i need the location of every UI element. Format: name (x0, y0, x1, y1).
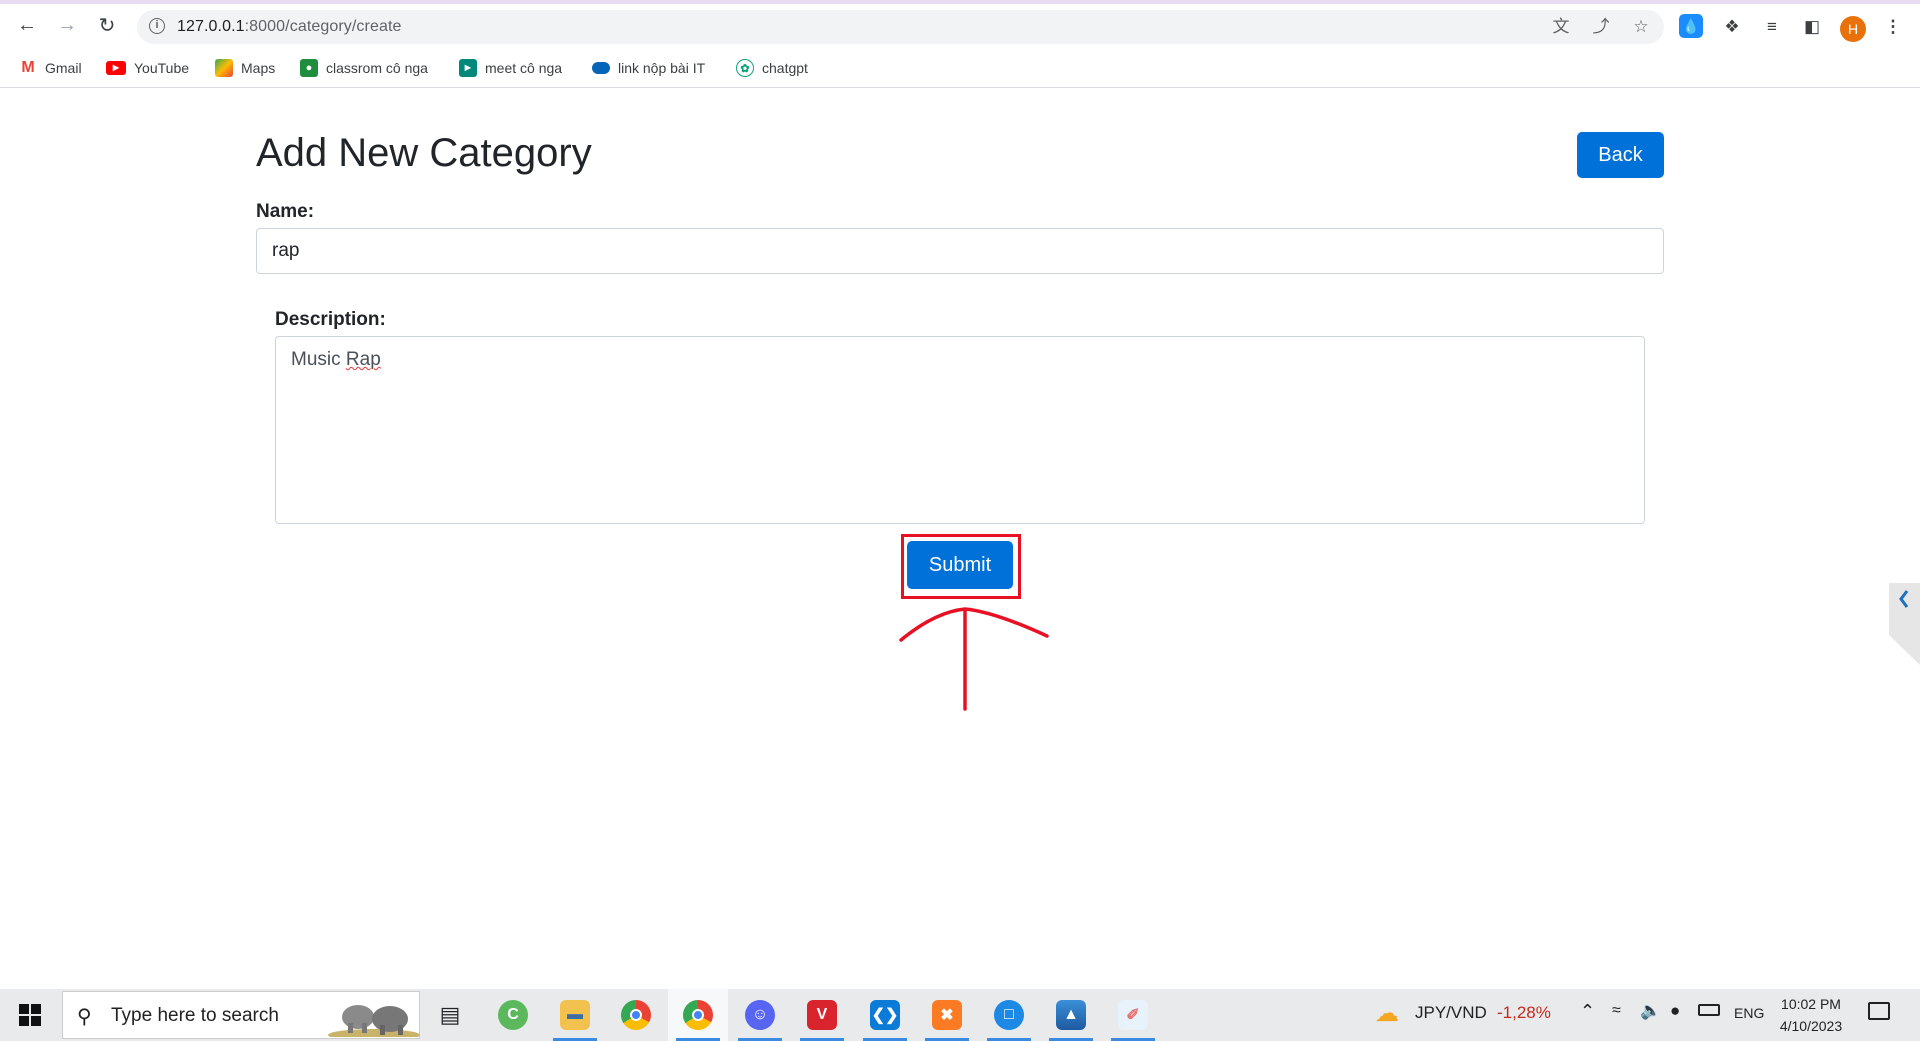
taskbar-remote-desktop[interactable]: □ (979, 989, 1039, 1041)
taskbar-app-green[interactable]: C (483, 989, 543, 1041)
bookmarks-bar: M Gmail ▶ YouTube Maps ● classrom cô nga… (0, 49, 1920, 88)
taskbar-task-view[interactable]: ▤ (420, 989, 480, 1041)
gmail-icon: M (19, 59, 37, 77)
remote-desktop-icon: □ (994, 1000, 1024, 1030)
wifi-icon[interactable]: ≈ (1612, 1002, 1621, 1020)
bookmark-maps[interactable]: Maps (215, 57, 275, 79)
ticker-label[interactable]: JPY/VND (1415, 1003, 1487, 1023)
elephants-illustration (328, 1005, 420, 1037)
bookmark-label: Gmail (45, 60, 82, 76)
windows-logo-icon (19, 1004, 41, 1026)
taskbar-file-explorer[interactable]: ▬ (545, 989, 605, 1041)
bookmark-label: classrom cô nga (326, 60, 428, 76)
system-clock[interactable]: 10:02 PM 4/10/2023 (1766, 993, 1856, 1037)
onedrive-icon (592, 62, 610, 74)
photos-icon: ▲ (1056, 1000, 1086, 1030)
description-text: Music (291, 349, 346, 370)
clock-time: 10:02 PM (1781, 996, 1841, 1012)
chatgpt-icon: ✿ (736, 59, 754, 77)
chrome-icon (621, 1000, 651, 1030)
profile-avatar[interactable]: H (1840, 16, 1866, 42)
media-queue-icon[interactable]: ≡ (1759, 14, 1785, 40)
speaker-icon[interactable]: 🔈 (1640, 1001, 1661, 1021)
taskbar-chrome[interactable] (606, 989, 666, 1041)
side-panel-icon[interactable]: ◧ (1799, 14, 1825, 40)
reload-icon[interactable]: ↻ (92, 10, 122, 40)
share-icon[interactable]: ⤴ (1590, 16, 1612, 38)
red-app-icon: V (807, 1000, 837, 1030)
back-arrow-icon[interactable]: ← (12, 10, 42, 40)
taskbar-discord[interactable]: ☺ (730, 989, 790, 1041)
bookmark-classroom[interactable]: ● classrom cô nga (300, 57, 428, 79)
extension-drop-icon[interactable]: 💧 (1679, 14, 1705, 40)
bookmark-onedrive[interactable]: link nộp bài IT (592, 57, 705, 79)
clock-date: 4/10/2023 (1779, 1018, 1843, 1034)
page-content: Add New Category Back Name: Description:… (0, 89, 1920, 989)
ticker-change[interactable]: -1,28% (1497, 1003, 1551, 1023)
extensions-puzzle-icon[interactable]: ❖ (1719, 14, 1745, 40)
battery-icon[interactable] (1698, 1004, 1720, 1016)
xampp-icon: ✖ (932, 1000, 962, 1030)
description-label: Description: (275, 309, 386, 330)
classroom-icon: ● (300, 59, 318, 77)
description-text-misspelled: Rap (345, 349, 381, 370)
url-host: 127.0.0.1 (177, 18, 245, 35)
language-indicator[interactable]: ENG (1734, 1005, 1764, 1021)
search-icon: ⚲ (77, 1006, 92, 1028)
bookmark-star-icon[interactable]: ☆ (1630, 16, 1652, 38)
search-placeholder: Type here to search (111, 1005, 279, 1026)
submit-button[interactable]: Submit (907, 541, 1013, 589)
ticker-weather-icon: ☁ (1375, 1000, 1399, 1027)
back-button[interactable]: Back (1577, 132, 1664, 178)
taskbar-chrome-profile[interactable] (668, 989, 728, 1041)
bookmark-label: YouTube (134, 60, 190, 76)
vscode-icon: ❮❯ (870, 1000, 900, 1030)
discord-icon: ☺ (745, 1000, 775, 1030)
forward-arrow-icon[interactable]: → (52, 10, 82, 40)
taskbar-xampp[interactable]: ✖ (917, 989, 977, 1041)
description-textarea[interactable]: Music Rap (275, 336, 1645, 524)
windows-taskbar: ⚲ Type here to search ▤ C ▬ ☺ V ❮❯ ✖ □ ▲… (0, 989, 1920, 1041)
url-path: :8000/category/create (244, 18, 402, 35)
youtube-icon: ▶ (106, 61, 126, 75)
translate-icon[interactable]: 文 (1550, 16, 1572, 38)
bookmark-label: meet cô nga (485, 60, 563, 76)
chevron-up-icon[interactable]: ⌃ (1580, 1001, 1595, 1022)
bookmark-chatgpt[interactable]: ✿ chatgpt (736, 57, 808, 79)
notification-icon[interactable] (1868, 1002, 1890, 1020)
bookmark-meet[interactable]: ► meet cô nga (459, 57, 562, 79)
bookmark-label: Maps (241, 60, 276, 76)
site-info-icon[interactable]: i (149, 18, 165, 34)
start-button[interactable] (0, 989, 60, 1041)
taskbar-search-box[interactable]: ⚲ Type here to search (62, 991, 420, 1039)
side-collapse-tab[interactable] (1889, 583, 1920, 665)
maps-icon (215, 59, 233, 77)
annotation-arrow (899, 607, 1049, 711)
bookmark-youtube[interactable]: ▶ YouTube (106, 57, 189, 79)
name-input[interactable] (256, 228, 1664, 274)
address-bar[interactable]: i 127.0.0.1:8000/category/create 文 ⤴ ☆ (137, 10, 1664, 44)
taskbar-app-red[interactable]: V (792, 989, 852, 1041)
chrome-profile-icon (683, 1000, 713, 1030)
paint-icon: ✐ (1118, 1000, 1148, 1030)
bookmark-gmail[interactable]: M Gmail (19, 57, 82, 79)
url-text[interactable]: 127.0.0.1:8000/category/create (177, 18, 402, 36)
page-title: Add New Category (256, 131, 592, 175)
taskbar-vscode[interactable]: ❮❯ (855, 989, 915, 1041)
taskbar-photos[interactable]: ▲ (1041, 989, 1101, 1041)
meet-icon: ► (459, 59, 477, 77)
taskbar-paint[interactable]: ✐ (1103, 989, 1163, 1041)
task-view-icon: ▤ (439, 1002, 461, 1027)
green-app-icon: C (498, 1000, 528, 1030)
folder-icon: ▬ (560, 1000, 590, 1030)
browser-toolbar: ← → ↻ i 127.0.0.1:8000/category/create 文… (0, 4, 1920, 49)
name-label: Name: (256, 201, 315, 222)
bookmark-label: link nộp bài IT (618, 60, 706, 76)
microphone-icon[interactable]: ● (1670, 1001, 1680, 1021)
bookmark-label: chatgpt (762, 60, 808, 76)
menu-kebab-icon[interactable]: ⋮ (1880, 14, 1906, 40)
